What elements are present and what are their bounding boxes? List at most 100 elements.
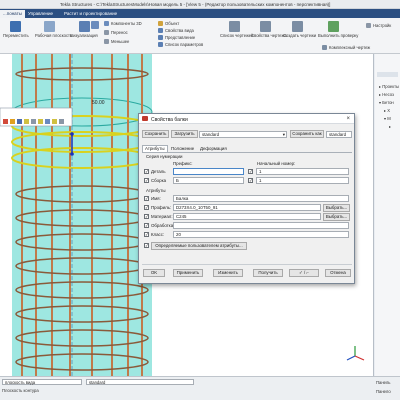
material-checkbox[interactable]: ✓ xyxy=(144,214,149,219)
drawing-props-button[interactable]: Свойства чертежа xyxy=(251,21,287,38)
create-drawings-button[interactable]: Создать чертежи xyxy=(283,21,316,38)
udf-checkbox[interactable]: ✓ xyxy=(144,243,149,248)
run-check-button[interactable]: Выполнить проверку xyxy=(318,21,358,38)
tab-manage[interactable]: Управление xyxy=(28,11,53,16)
part-label: Деталь xyxy=(151,169,166,174)
drawing-list-icon xyxy=(228,21,240,32)
props-button[interactable] xyxy=(88,21,102,30)
representation-item[interactable]: Представление xyxy=(158,35,195,40)
check-icon xyxy=(327,21,339,32)
beam-properties-dialog: Свойства балки × Сохранить Загрузить sta… xyxy=(138,113,355,284)
panel-label-2: Панело xyxy=(376,389,391,394)
toggle-all-button[interactable]: ✓ / ⌐ xyxy=(289,269,319,277)
tree-item-sub3[interactable]: ▸ xyxy=(389,124,391,129)
ribbon: Переместить Рабочая плоскость Визуализац… xyxy=(0,18,400,54)
drawing-list-button[interactable]: Список чертежей xyxy=(220,21,253,38)
udf-button[interactable]: Определяемые пользователем атрибуты... xyxy=(151,241,247,250)
contour-plane-select[interactable]: Плоскость контура xyxy=(2,388,39,393)
assembly-prefix-input[interactable]: Б xyxy=(173,177,244,184)
object-item[interactable]: Объект xyxy=(158,21,179,26)
components-3d-item[interactable]: Компоненты 3D xyxy=(104,21,142,26)
close-icon[interactable]: × xyxy=(346,116,350,122)
part-checkbox[interactable]: ✓ xyxy=(144,169,149,174)
material-input[interactable]: C245 xyxy=(173,213,321,220)
beam-start-handle xyxy=(70,132,74,136)
smaller-icon xyxy=(104,39,109,44)
save-as-button[interactable]: Сохранить как xyxy=(290,130,324,138)
move-icon xyxy=(104,30,109,35)
move-plane-button[interactable]: Переместить xyxy=(3,21,29,38)
view-props-item[interactable]: Свойства вида xyxy=(158,28,194,33)
param-list-item[interactable]: Список параметров xyxy=(158,42,203,47)
name-checkbox[interactable]: ✓ xyxy=(144,196,149,201)
tab-components[interactable]: ...понаты xyxy=(0,10,25,18)
ok-button[interactable]: OK xyxy=(143,269,165,277)
settings-item[interactable]: Настройк xyxy=(366,23,391,28)
dimension-label: 50.00 xyxy=(92,100,105,106)
preset-select[interactable]: standard ▾ xyxy=(199,130,287,138)
class-input[interactable]: 20 xyxy=(173,231,349,238)
tree-item-projects[interactable]: ▸ Проекты xyxy=(379,84,399,89)
material-label: Материал: xyxy=(151,214,173,219)
finish-checkbox[interactable]: ✓ xyxy=(144,223,149,228)
tree-item-sub2[interactable]: ▾ M xyxy=(384,116,391,121)
status-bar: плоскость вида Плоскость контура standar… xyxy=(0,376,400,400)
tree-item-unbuilt[interactable]: ▸ Несоз xyxy=(379,92,394,97)
finish-label: Обработка: xyxy=(151,223,175,228)
cancel-button[interactable]: Отмена xyxy=(325,269,351,277)
apply-button[interactable]: Применить xyxy=(173,269,203,277)
tab-divider xyxy=(142,152,352,153)
move-item[interactable]: Перенос xyxy=(104,30,128,35)
save-button[interactable]: Сохранить xyxy=(142,130,169,138)
workplane-button[interactable]: Рабочая плоскость xyxy=(35,21,72,38)
beam-end-handle xyxy=(70,152,74,156)
class-checkbox[interactable]: ✓ xyxy=(144,232,149,237)
tab-attributes[interactable]: Атрибуты xyxy=(142,145,168,152)
view-plane-select[interactable]: плоскость вида xyxy=(2,379,82,385)
assembly-start-checkbox[interactable]: ✓ xyxy=(248,178,253,183)
save-as-input[interactable]: standard xyxy=(326,130,352,138)
tab-position[interactable]: Положение xyxy=(168,145,197,152)
material-choose-button[interactable]: Выбрать... xyxy=(323,212,350,221)
profile-checkbox[interactable]: ✓ xyxy=(144,205,149,210)
tree-item-concrete[interactable]: ▾ Бетон xyxy=(379,100,394,105)
start-col-header: Начальный номер: xyxy=(257,161,296,166)
tree-item-sub1[interactable]: ▸ X xyxy=(384,108,390,113)
finish-input[interactable] xyxy=(173,222,349,229)
axis-gizmo xyxy=(346,346,365,361)
prefix-col-header: Префикс: xyxy=(173,161,193,166)
profile-label: Профиль: xyxy=(151,205,172,210)
panel-label: Панель xyxy=(376,380,391,385)
window-title: Tekla Structures - C:\TeklaStructuresMod… xyxy=(60,2,331,7)
workplane-icon xyxy=(43,21,55,32)
smaller-item[interactable]: Меньшее xyxy=(104,39,129,44)
attributes-section-title: Атрибуты xyxy=(146,188,166,193)
assembly-checkbox[interactable]: ✓ xyxy=(144,178,149,183)
profile-choose-button[interactable]: Выбрать... xyxy=(323,203,350,212)
drawing-props-icon xyxy=(259,21,271,32)
part-start-input[interactable]: 1 xyxy=(256,168,349,175)
assembly-label: Сборка xyxy=(151,178,167,183)
get-button[interactable]: Получить xyxy=(253,269,283,277)
complex-drawing-icon xyxy=(322,45,327,50)
name-input[interactable]: Балка xyxy=(173,195,349,202)
assembly-start-input[interactable]: 1 xyxy=(256,177,349,184)
tab-deformation[interactable]: Деформация xyxy=(197,145,230,152)
chevron-down-icon: ▾ xyxy=(282,131,285,137)
modify-button[interactable]: Изменить xyxy=(213,269,243,277)
part-start-checkbox[interactable]: ✓ xyxy=(248,169,253,174)
complex-drawing-item[interactable]: Комплексный чертеж xyxy=(322,45,370,50)
right-panel: ▸ Проекты ▸ Несоз ▾ Бетон ▸ X ▾ M ▸ xyxy=(375,54,400,376)
gear-icon xyxy=(366,23,371,28)
props-icon xyxy=(91,21,99,29)
dialog-titlebar[interactable]: Свойства балки × xyxy=(139,114,354,124)
components-icon xyxy=(104,21,109,26)
class-label: Класс: xyxy=(151,232,165,237)
dialog-title: Свойства балки xyxy=(151,116,188,123)
ribbon-tabs: ...понаты Управление Растит и проектиров… xyxy=(0,9,400,18)
part-prefix-input[interactable] xyxy=(173,168,244,175)
load-button[interactable]: Загрузить xyxy=(171,130,198,138)
tab-analysis[interactable]: Растит и проектирование xyxy=(64,11,117,16)
standard-select[interactable]: standard xyxy=(86,379,194,385)
profile-input[interactable]: D273X4.0_10Т50_91 xyxy=(173,204,321,211)
